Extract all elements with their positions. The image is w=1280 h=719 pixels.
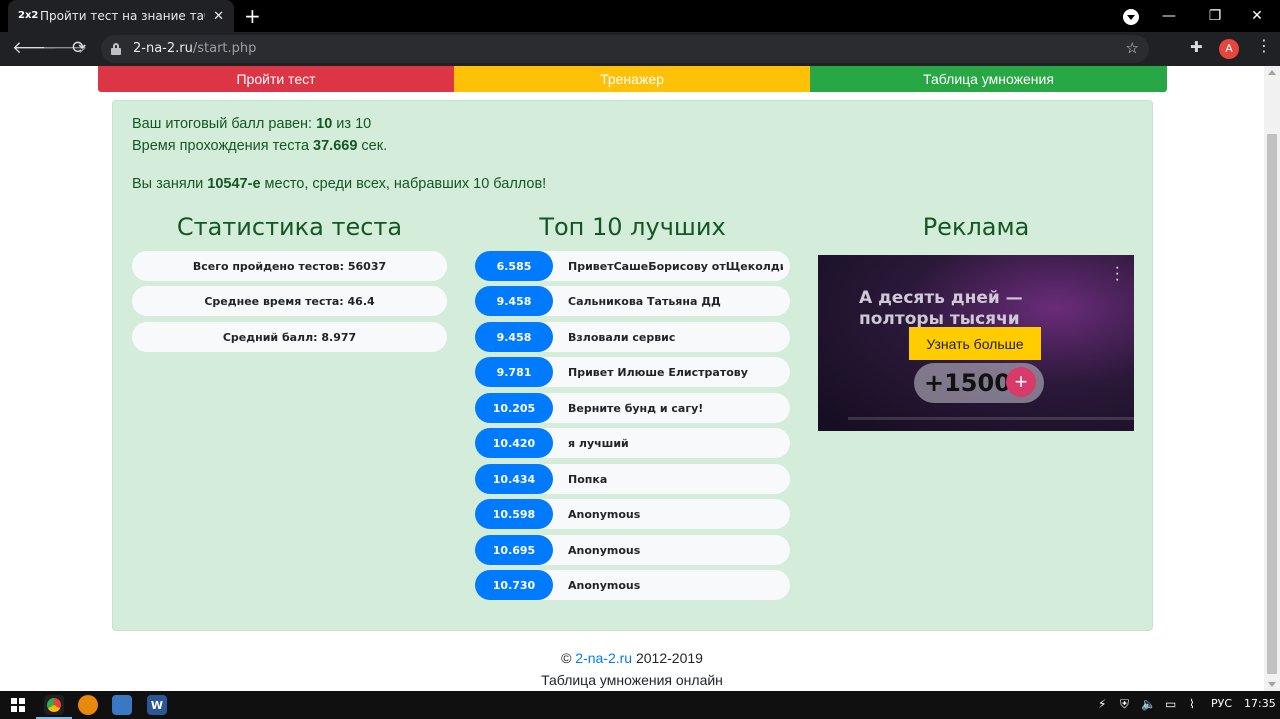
top10-name: Верните бунд и сагу! bbox=[568, 401, 704, 415]
top10-row: 10.598 Anonymous bbox=[475, 499, 790, 529]
result-panel: Ваш итоговый балл равен: 10 из 10 Время … bbox=[112, 100, 1153, 631]
close-window-button[interactable]: ✕ bbox=[1234, 0, 1280, 32]
nav-trainer[interactable]: Тренажер bbox=[454, 66, 810, 92]
ad-menu-icon[interactable]: · · · bbox=[1115, 260, 1120, 288]
ad-learn-more-button[interactable]: Узнать больше bbox=[909, 327, 1041, 360]
stat-total-tests: Всего пройдено тестов: 56037 bbox=[132, 251, 447, 281]
ad-fine-print bbox=[848, 417, 1134, 420]
windows-start-icon[interactable] bbox=[11, 698, 25, 712]
site-nav: Пройти тест Тренажер Таблица умножения bbox=[98, 66, 1167, 92]
tray-battery-icon[interactable]: ▭ bbox=[1165, 697, 1176, 711]
nav-multiplication-table[interactable]: Таблица умножения bbox=[810, 66, 1167, 92]
lock-icon bbox=[111, 43, 121, 55]
new-tab-button[interactable]: + bbox=[244, 4, 261, 28]
tab-strip: 2x2 Пройти тест на знание таблицы умноже… bbox=[0, 0, 1280, 32]
footer-copyright: © 2-na-2.ru 2012-2019 bbox=[561, 650, 703, 666]
top10-row: 6.585 ПриветСашеБорисову отЩеколдина bbox=[475, 251, 790, 281]
top10-score: 10.695 bbox=[475, 535, 553, 565]
reload-icon[interactable]: ⟳ bbox=[72, 38, 86, 58]
tab-title: Пройти тест на знание таблицы умножения bbox=[40, 9, 205, 23]
tray-wifi-icon[interactable]: ⌇ bbox=[1189, 697, 1195, 711]
ad-headline: А десять дней — полторы тысячи bbox=[859, 288, 1023, 329]
tray-language[interactable]: РУС bbox=[1211, 697, 1232, 710]
top10-name: Anonymous bbox=[568, 507, 641, 521]
top10-name: Anonymous bbox=[568, 578, 641, 592]
media-control-icon[interactable] bbox=[1123, 9, 1139, 25]
tray-network-icon[interactable]: ⚡ bbox=[1098, 697, 1106, 711]
scroll-up-icon[interactable] bbox=[1268, 70, 1276, 75]
nav-take-test[interactable]: Пройти тест bbox=[98, 66, 454, 92]
word-taskbar-icon[interactable]: W bbox=[147, 695, 167, 715]
top10-row: 9.458 Сальникова Татьяна ДД bbox=[475, 286, 790, 316]
bookmark-star-icon[interactable]: ☆ bbox=[1126, 39, 1139, 57]
favicon-icon: 2x2 bbox=[18, 10, 39, 21]
browser-menu-icon[interactable]: ⋮ bbox=[1256, 36, 1272, 55]
chrome-taskbar-icon[interactable] bbox=[44, 695, 64, 715]
page-viewport: Пройти тест Тренажер Таблица умножения В… bbox=[0, 66, 1264, 691]
top10-score: 10.730 bbox=[475, 570, 553, 600]
top10-score: 6.585 bbox=[475, 251, 553, 281]
footer-site-link[interactable]: 2-na-2.ru bbox=[575, 650, 632, 666]
stat-average-score: Средний балл: 8.977 bbox=[132, 322, 447, 352]
top10-row: 9.781 Привет Илюше Елистратову bbox=[475, 357, 790, 387]
top10-score: 10.434 bbox=[475, 464, 553, 494]
top10-name: Сальникова Татьяна ДД bbox=[568, 294, 721, 308]
top10-title: Топ 10 лучших bbox=[539, 213, 726, 241]
browser-tab[interactable]: 2x2 Пройти тест на знание таблицы умноже… bbox=[8, 0, 234, 32]
top10-name: Anonymous bbox=[568, 543, 641, 557]
ad-title: Реклама bbox=[922, 213, 1030, 241]
top10-name: ПриветСашеБорисову отЩеколдина bbox=[568, 259, 783, 273]
scroll-down-icon[interactable] bbox=[1268, 682, 1276, 687]
top10-score: 10.598 bbox=[475, 499, 553, 529]
top10-score: 10.420 bbox=[475, 428, 553, 458]
url-text[interactable]: 2-na-2.ru/start.php bbox=[133, 41, 256, 56]
stats-title: Статистика теста bbox=[176, 213, 403, 241]
top10-row: 10.695 Anonymous bbox=[475, 535, 790, 565]
top10-row: 10.420 я лучший bbox=[475, 428, 790, 458]
top10-name: Попка bbox=[568, 472, 608, 486]
top10-score: 10.205 bbox=[475, 393, 553, 423]
top10-row: 10.730 Anonymous bbox=[475, 570, 790, 600]
top10-name: я лучший bbox=[568, 436, 629, 450]
files-taskbar-icon[interactable] bbox=[112, 695, 132, 715]
extensions-puzzle-icon[interactable]: ✚ bbox=[1190, 38, 1203, 56]
tray-shield-icon[interactable]: ⛨ bbox=[1120, 697, 1129, 712]
footer-tagline: Таблица умножения онлайн bbox=[541, 672, 723, 688]
top10-score: 9.458 bbox=[475, 286, 553, 316]
time-line: Время прохождения теста 37.669 сек. bbox=[132, 138, 388, 154]
tray-volume-icon[interactable]: 🔈 bbox=[1141, 697, 1156, 711]
top10-row: 10.434 Попка bbox=[475, 464, 790, 494]
score-line: Ваш итоговый балл равен: 10 из 10 bbox=[132, 116, 372, 132]
page-scrollbar[interactable] bbox=[1264, 66, 1280, 691]
scroll-thumb[interactable] bbox=[1267, 134, 1277, 674]
top10-name: Взловали сервис bbox=[568, 330, 676, 344]
top10-score: 9.781 bbox=[475, 357, 553, 387]
place-line: Вы заняли 10547-е место, среди всех, наб… bbox=[132, 176, 547, 192]
profile-avatar[interactable]: A bbox=[1219, 39, 1239, 59]
tab-close-icon[interactable]: ✕ bbox=[213, 9, 224, 24]
top10-name: Привет Илюше Елистратову bbox=[568, 365, 748, 379]
ad-plus-icon: + bbox=[1006, 367, 1036, 397]
taskbar-clock[interactable]: 17:35 bbox=[1244, 697, 1276, 710]
maximize-button[interactable]: ❐ bbox=[1192, 0, 1238, 32]
taskbar: W ⚡ ⛨ 🔈 ▭ ⌇ РУС 17:35 bbox=[0, 691, 1280, 719]
top10-row: 10.205 Верните бунд и сагу! bbox=[475, 393, 790, 423]
browser-toolbar: 🡐 🡒 ⟳ 2-na-2.ru/start.php ☆ bbox=[0, 32, 1280, 66]
minimize-button[interactable]: — bbox=[1146, 0, 1192, 32]
ad-banner[interactable]: А десять дней — полторы тысячи Узнать бо… bbox=[818, 255, 1134, 431]
app-taskbar-icon[interactable] bbox=[78, 695, 98, 715]
top10-score: 9.458 bbox=[475, 322, 553, 352]
top10-row: 9.458 Взловали сервис bbox=[475, 322, 790, 352]
address-bar[interactable]: 2-na-2.ru/start.php ☆ bbox=[101, 35, 1149, 63]
stat-average-time: Среднее время теста: 46.4 bbox=[132, 286, 447, 316]
